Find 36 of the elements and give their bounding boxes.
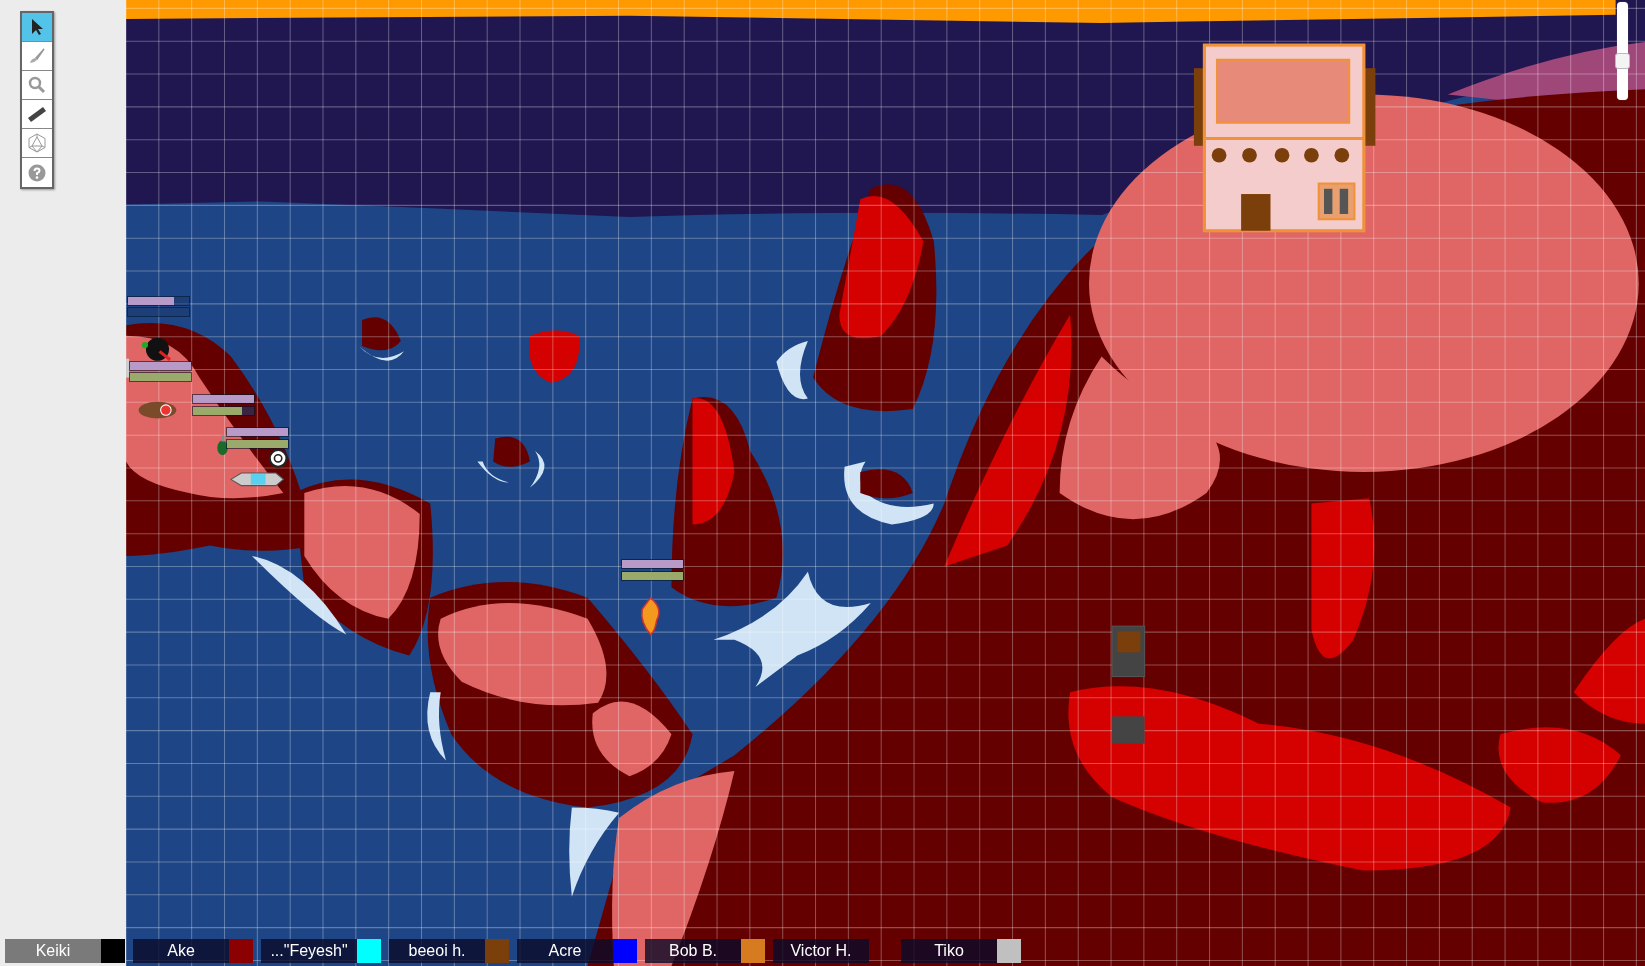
player-name[interactable]: Keiki	[5, 939, 101, 963]
ice-shard	[358, 346, 404, 361]
search-icon	[28, 76, 46, 94]
slider-thumb[interactable]	[1615, 52, 1630, 69]
player-name[interactable]: Ake	[133, 939, 229, 963]
duck-token[interactable]	[217, 435, 228, 456]
fire-creature-token[interactable]	[641, 597, 660, 636]
tool-button[interactable]	[22, 100, 52, 129]
player-name[interactable]: Tiko	[901, 939, 997, 963]
rock-island	[362, 317, 401, 351]
rock-island	[493, 436, 530, 467]
ice-shard	[776, 340, 808, 400]
rock-island	[529, 330, 580, 383]
ice-shard	[477, 461, 509, 483]
player-name[interactable]: Bob B.	[645, 939, 741, 963]
ruler-icon	[27, 105, 47, 123]
ice-shard	[529, 451, 545, 488]
bear-token[interactable]	[138, 401, 177, 419]
player-name[interactable]: ..."Feyesh"	[261, 939, 357, 963]
ice-shard	[427, 692, 446, 761]
bomb-token[interactable]	[141, 337, 172, 361]
token-drawing[interactable]	[126, 358, 130, 378]
player-name[interactable]: Acre	[517, 939, 613, 963]
brush-icon	[28, 47, 46, 65]
d20-icon	[28, 133, 46, 153]
help-icon	[28, 163, 46, 182]
snail-token[interactable]	[268, 448, 288, 468]
cursor-icon	[30, 18, 44, 36]
cabinet-drawing	[1111, 625, 1146, 678]
rock-island	[860, 469, 913, 499]
tool-button[interactable]	[22, 13, 52, 42]
rocket-token[interactable]	[229, 472, 285, 487]
zoom-slider[interactable]	[1617, 2, 1628, 100]
stone-block	[1112, 716, 1145, 744]
player-name[interactable]: beeoi h.	[389, 939, 485, 963]
player-name[interactable]: Victor H.	[773, 939, 869, 963]
